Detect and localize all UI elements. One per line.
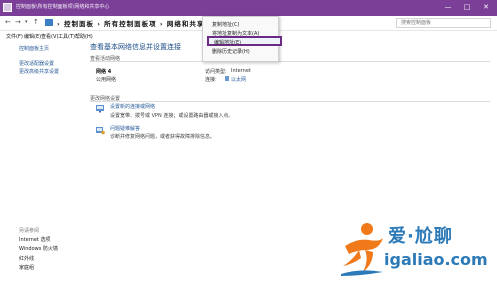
- control-panel-icon: [45, 19, 53, 26]
- menu-view[interactable]: 查看(V): [41, 33, 58, 40]
- watermark-en: igaliao.com: [384, 250, 488, 269]
- sidebar-item-infrared[interactable]: 红外线: [19, 255, 34, 262]
- divider: [90, 61, 490, 62]
- recent-locations-button[interactable]: ▾: [25, 18, 28, 27]
- search-input[interactable]: 搜索控制面板: [396, 18, 491, 28]
- watermark-figure-icon: [341, 223, 383, 276]
- forward-button[interactable]: →: [15, 18, 21, 27]
- window-title: 控制面板\所有控制面板项\网络和共享中心: [16, 4, 110, 10]
- context-menu: 复制地址(C) 将地址复制为文本(A) 编辑地址(E) 删除历史记录(H): [202, 16, 282, 62]
- access-type-label: 访问类型:: [205, 69, 227, 75]
- title-bar: 控制面板\所有控制面板项\网络和共享中心 — □ ✕: [0, 0, 497, 16]
- close-button[interactable]: ✕: [479, 1, 493, 13]
- watermark-logo: 爱·尬聊 igaliao.com: [339, 218, 489, 280]
- sidebar-item-adapter[interactable]: 更改适配器设置: [19, 60, 54, 67]
- menu-tools[interactable]: 工具(T): [58, 33, 75, 40]
- menu-file[interactable]: 文件(F): [6, 33, 23, 40]
- sidebar-item-firewall[interactable]: Windows 防火墙: [19, 245, 58, 252]
- context-menu-edit-address[interactable]: 编辑地址(E): [207, 36, 282, 46]
- troubleshoot-desc: 诊断并修复网络问题，或者获得故障排除信息。: [110, 134, 216, 140]
- context-menu-copy-address[interactable]: 复制地址(C): [212, 21, 239, 28]
- control-panel-icon: [3, 3, 12, 12]
- troubleshoot-icon: [96, 127, 105, 135]
- access-type-value: Internet: [231, 68, 251, 74]
- troubleshoot-link[interactable]: 问题疑难解答: [110, 125, 140, 132]
- up-button[interactable]: ↑: [33, 18, 39, 27]
- back-button[interactable]: ←: [5, 18, 11, 27]
- connection-link[interactable]: 以太网: [231, 76, 246, 83]
- new-connection-desc: 设置宽带、拨号或 VPN 连接；或设置路由器或接入点。: [110, 113, 234, 119]
- menu-edit[interactable]: 编辑(E): [24, 33, 41, 40]
- sidebar-item-home[interactable]: 控制面板主页: [19, 45, 49, 52]
- sidebar-item-homegroup[interactable]: 家庭组: [19, 264, 34, 271]
- watermark-cn: 爱·尬聊: [388, 226, 453, 247]
- new-connection-icon: [96, 105, 104, 113]
- minimize-button[interactable]: —: [441, 1, 455, 13]
- sidebar-item-internet-options[interactable]: Internet 选项: [19, 236, 50, 243]
- network-type[interactable]: 公用网络: [96, 76, 116, 83]
- divider: [90, 101, 490, 102]
- ethernet-icon: [225, 76, 229, 81]
- breadcrumb[interactable]: › 控制面板 › 所有控制面板项 › 网络和共享中: [57, 18, 212, 28]
- page-title: 查看基本网络信息并设置连接: [90, 43, 181, 51]
- network-name: 网络 4: [96, 69, 112, 75]
- context-menu-edit-address-label: 编辑地址(E): [214, 40, 242, 46]
- context-menu-delete-history[interactable]: 删除历史记录(H): [212, 48, 250, 55]
- new-connection-link[interactable]: 设置新的连接或网络: [110, 103, 155, 110]
- sidebar-item-sharing[interactable]: 更改高级共享设置: [19, 68, 59, 75]
- maximize-button[interactable]: □: [460, 1, 474, 13]
- see-also-heading: 另请参阅: [19, 228, 40, 234]
- menu-help[interactable]: 帮助(H): [75, 33, 93, 40]
- connection-label: 连接:: [205, 77, 217, 83]
